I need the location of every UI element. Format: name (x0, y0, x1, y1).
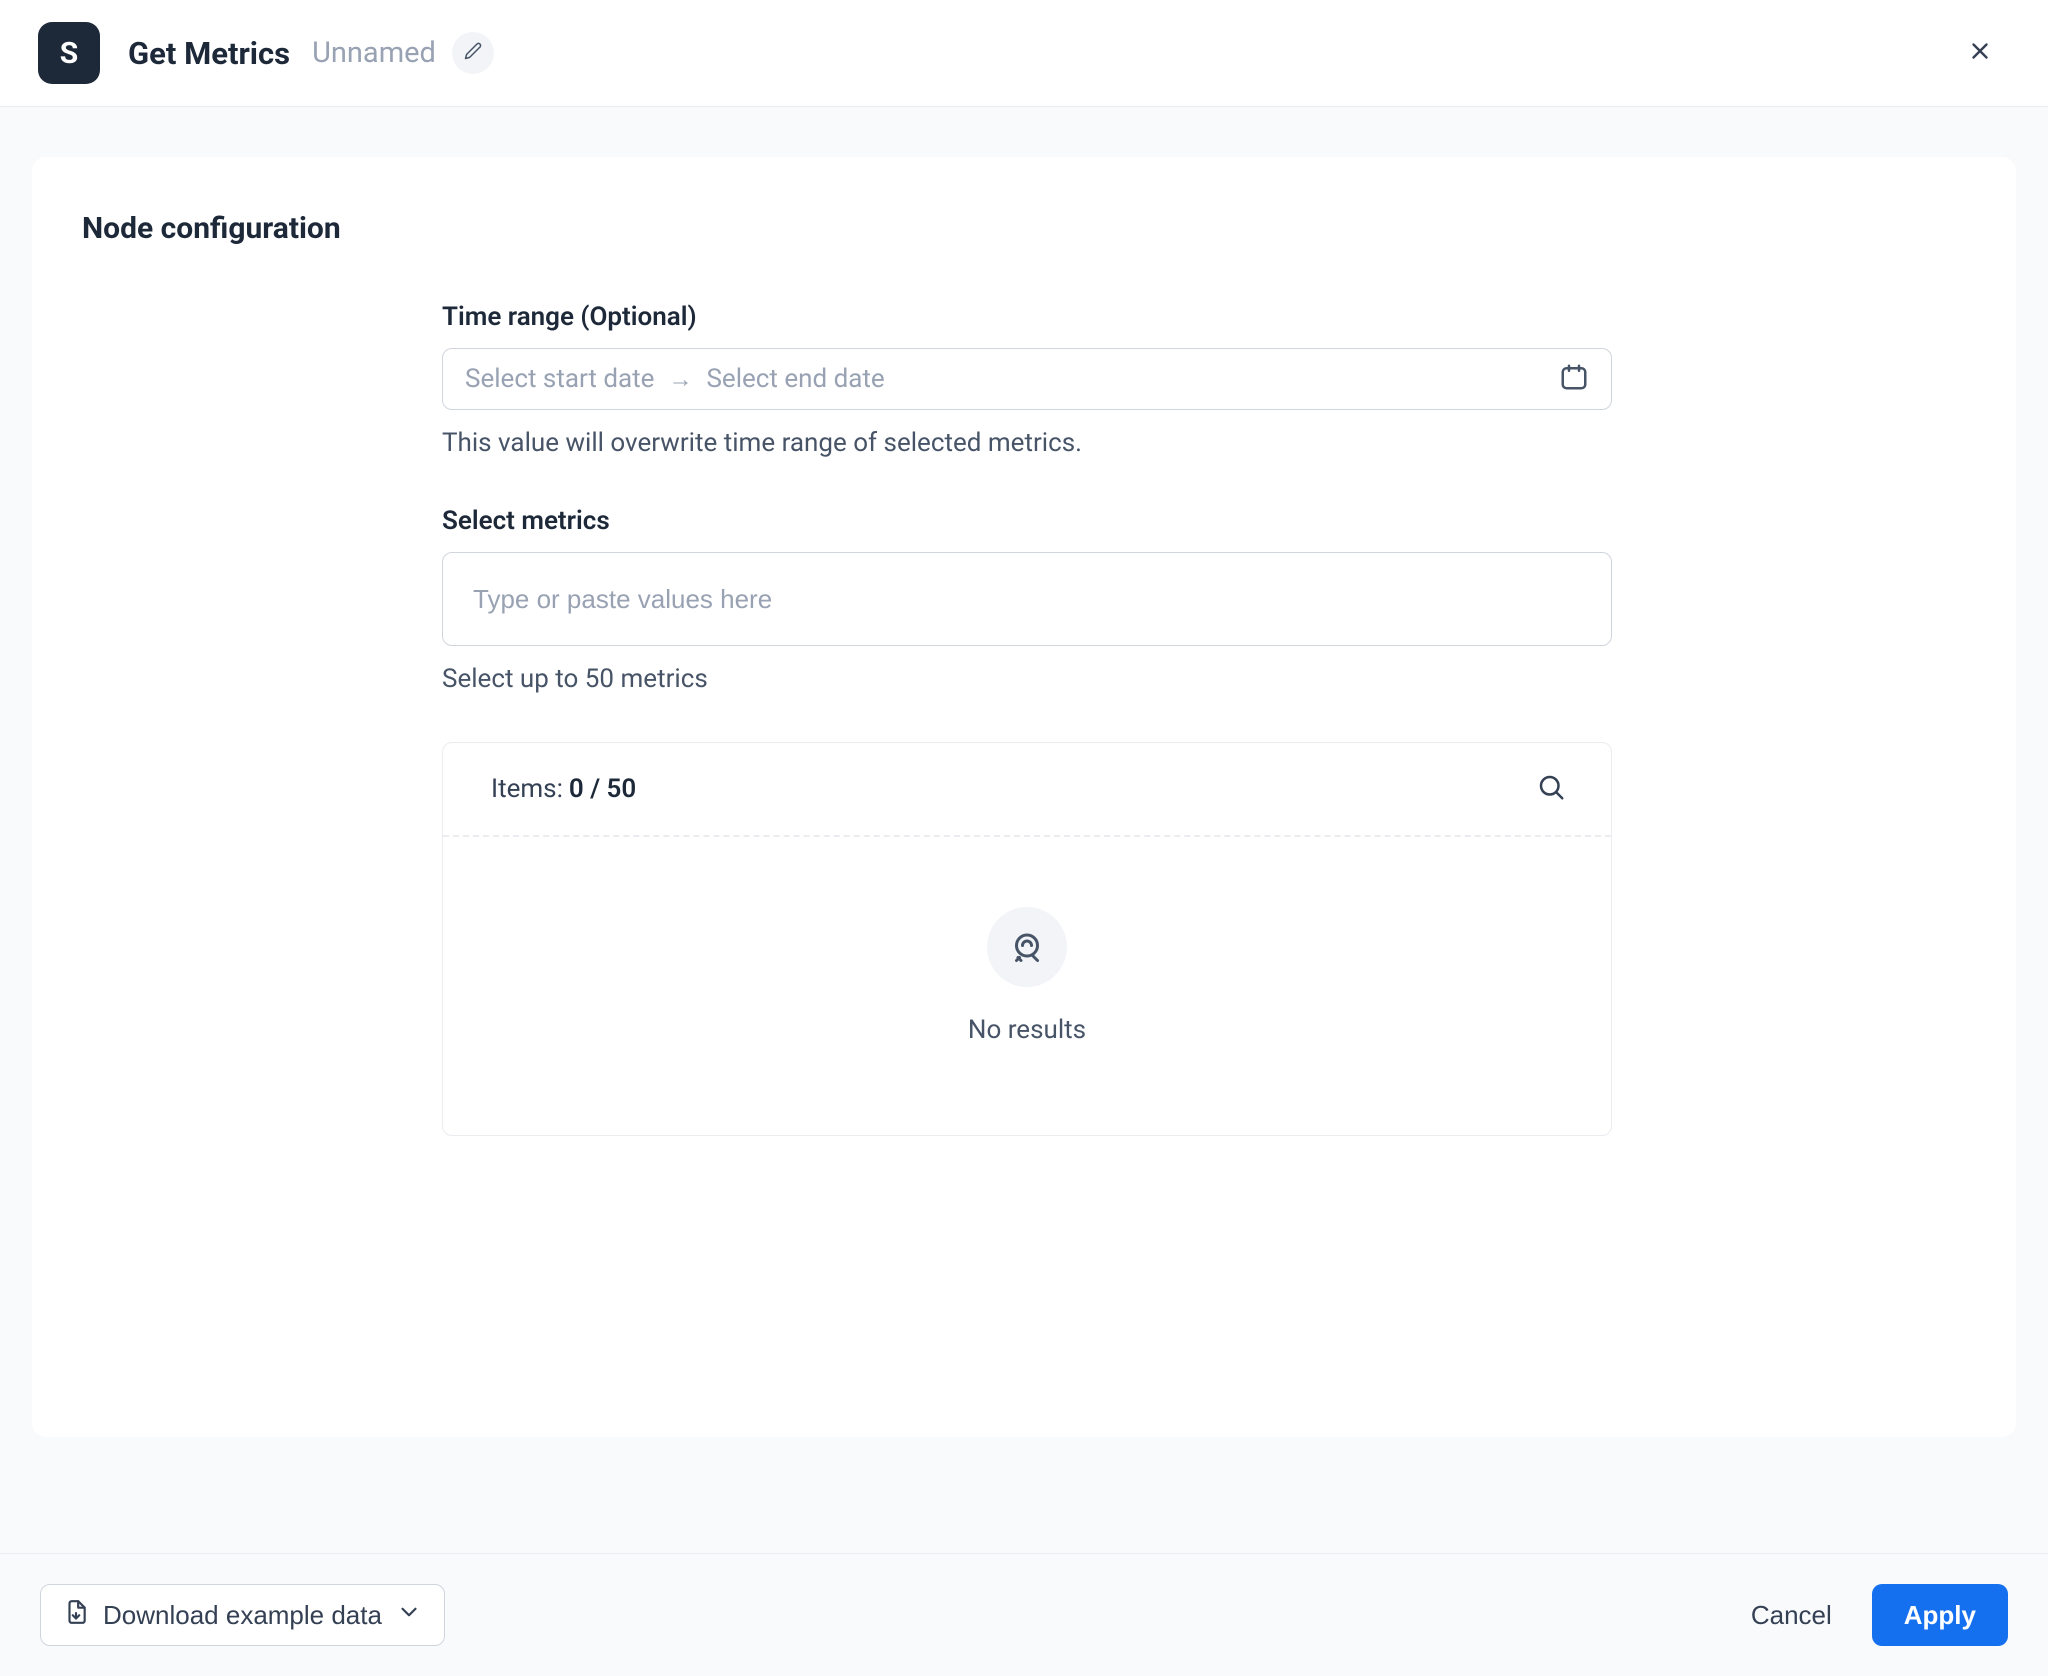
results-body: No results (443, 837, 1611, 1135)
arrow-right-icon: → (668, 365, 692, 394)
footer-bar: Download example data Cancel Apply (0, 1553, 2048, 1676)
close-button[interactable] (1960, 33, 2000, 73)
apply-button[interactable]: Apply (1872, 1584, 2008, 1646)
metrics-input-wrapper (442, 552, 1612, 646)
no-results-text: No results (968, 1015, 1086, 1045)
end-date-placeholder: Select end date (706, 364, 884, 394)
no-results-icon (987, 907, 1067, 987)
results-panel: Items: 0 / 50 (442, 742, 1612, 1136)
search-icon (1536, 772, 1566, 806)
config-card: Node configuration Time range (Optional)… (32, 157, 2016, 1437)
modal-title: Get Metrics (128, 35, 290, 72)
download-file-icon (63, 1599, 89, 1632)
results-header: Items: 0 / 50 (443, 743, 1611, 837)
header-bar: S Get Metrics Unnamed (0, 0, 2048, 107)
time-range-input[interactable]: Select start date → Select end date (442, 348, 1612, 410)
metrics-input[interactable] (471, 583, 1583, 616)
time-range-label: Time range (Optional) (442, 302, 1612, 332)
search-button[interactable] (1531, 769, 1571, 809)
main-area: Node configuration Time range (Optional)… (0, 107, 2048, 1553)
start-date-placeholder: Select start date (465, 364, 654, 394)
calendar-icon (1559, 362, 1589, 396)
items-label: Items: (491, 774, 563, 804)
close-icon (1967, 38, 1993, 68)
chevron-down-icon (396, 1599, 422, 1632)
download-example-button[interactable]: Download example data (40, 1584, 445, 1646)
download-example-label: Download example data (103, 1600, 382, 1631)
edit-name-button[interactable] (452, 32, 494, 74)
section-heading: Node configuration (82, 211, 1966, 246)
items-count: 0 / 50 (569, 774, 636, 804)
metrics-help: Select up to 50 metrics (442, 664, 1612, 694)
app-icon: S (38, 22, 100, 84)
pencil-icon (464, 42, 482, 64)
cancel-button[interactable]: Cancel (1729, 1584, 1854, 1646)
metrics-label: Select metrics (442, 506, 1612, 536)
time-range-help: This value will overwrite time range of … (442, 428, 1612, 458)
app-icon-letter: S (60, 36, 78, 71)
modal-subtitle: Unnamed (312, 36, 436, 70)
